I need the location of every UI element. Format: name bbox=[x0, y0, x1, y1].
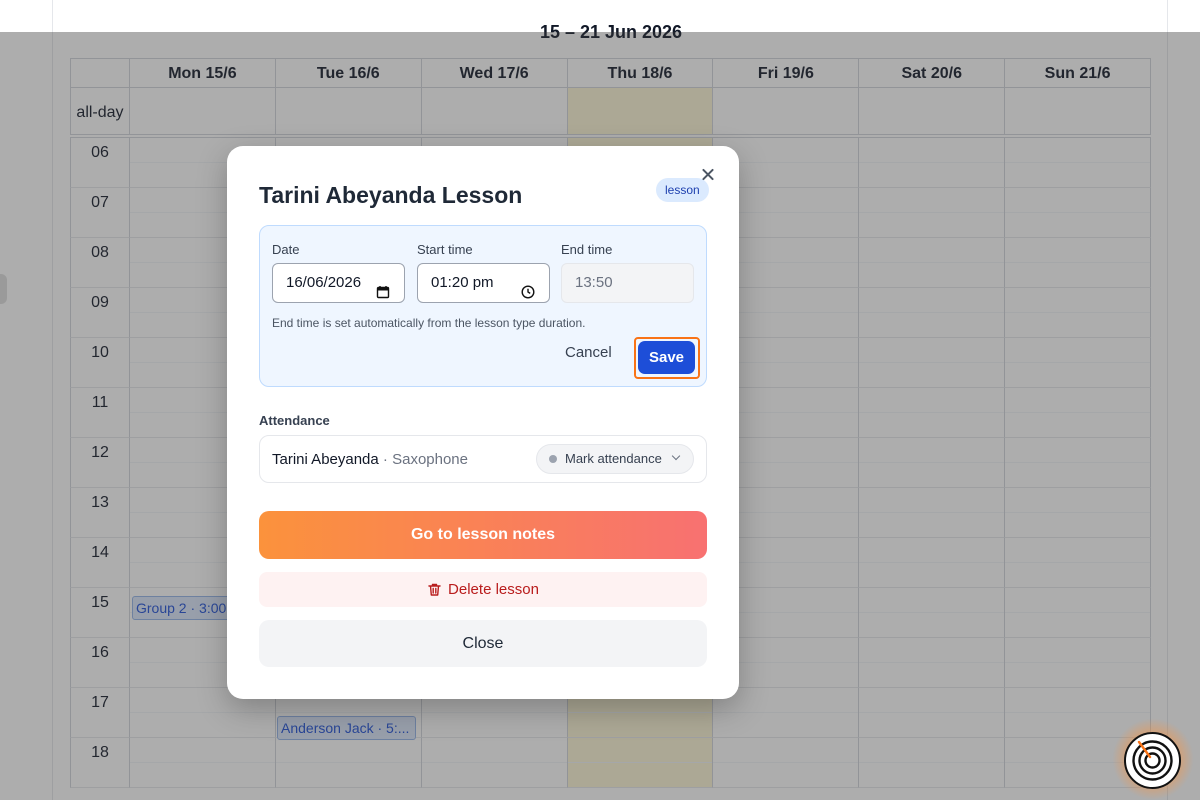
date-value: 16/06/2026 bbox=[286, 274, 362, 291]
edit-time-panel: Date Start time End time 16/06/2026 01:2… bbox=[259, 225, 707, 387]
end-time-hint: End time is set automatically from the l… bbox=[272, 316, 586, 330]
cancel-button[interactable]: Cancel bbox=[565, 344, 612, 361]
date-input[interactable]: 16/06/2026 bbox=[272, 263, 405, 303]
start-time-label: Start time bbox=[417, 242, 473, 257]
attendee-info: Tarini Abeyanda · Saxophone bbox=[272, 451, 468, 468]
assistant-button[interactable] bbox=[1112, 718, 1194, 800]
lesson-notes-button[interactable]: Go to lesson notes bbox=[259, 511, 707, 559]
delete-lesson-button[interactable]: Delete lesson bbox=[259, 572, 707, 607]
end-time-label: End time bbox=[561, 242, 613, 257]
lesson-modal: Tarini Abeyanda Lesson lesson Date Start… bbox=[227, 146, 739, 699]
trash-icon bbox=[428, 583, 441, 596]
delete-lesson-label: Delete lesson bbox=[448, 581, 539, 598]
save-button[interactable]: Save bbox=[638, 341, 695, 374]
side-panel-handle[interactable] bbox=[0, 274, 7, 304]
concentric-circles-icon bbox=[1124, 732, 1181, 789]
attendance-heading: Attendance bbox=[259, 413, 330, 428]
attendee-separator: · bbox=[378, 451, 393, 468]
attendance-dropdown[interactable]: Mark attendance bbox=[536, 444, 694, 474]
close-icon[interactable] bbox=[699, 166, 717, 184]
end-time-field: 13:50 bbox=[561, 263, 694, 303]
end-time-value: 13:50 bbox=[575, 274, 613, 291]
attendee-row: Tarini Abeyanda · Saxophone Mark attenda… bbox=[259, 435, 707, 483]
start-time-input[interactable]: 01:20 pm bbox=[417, 263, 550, 303]
modal-title: Tarini Abeyanda Lesson bbox=[259, 182, 523, 208]
calendar-icon[interactable] bbox=[376, 276, 390, 314]
attendance-status: Mark attendance bbox=[565, 451, 662, 466]
attendee-instrument: Saxophone bbox=[392, 451, 468, 468]
clock-icon[interactable] bbox=[521, 276, 535, 314]
status-dot-icon bbox=[549, 455, 557, 463]
attendee-name: Tarini Abeyanda bbox=[272, 451, 379, 468]
start-time-value: 01:20 pm bbox=[431, 274, 494, 291]
date-label: Date bbox=[272, 242, 300, 257]
chevron-down-icon bbox=[671, 451, 681, 461]
close-button[interactable]: Close bbox=[259, 620, 707, 667]
